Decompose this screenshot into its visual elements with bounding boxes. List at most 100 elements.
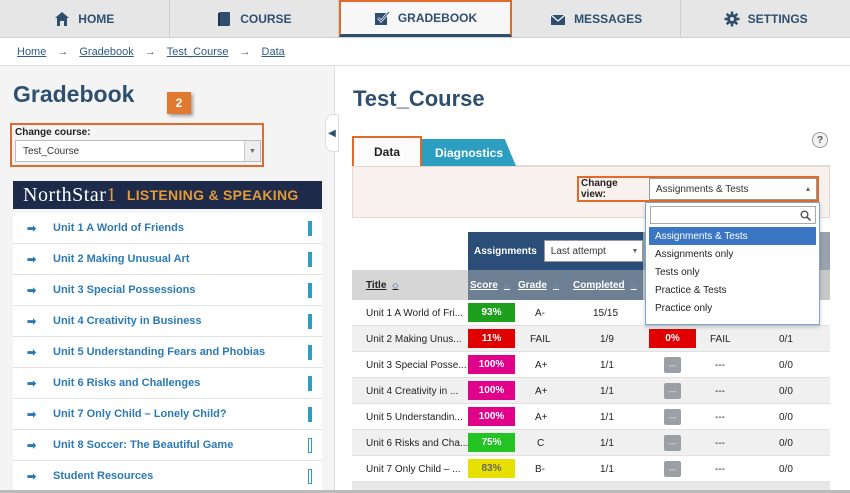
table-row[interactable]: Unit 5 Understandin... 100% A+ 1/1 --- -…: [352, 404, 830, 430]
envelope-icon: [550, 14, 566, 25]
chevron-down-icon: ▼: [631, 247, 639, 255]
unit-item[interactable]: ➡ Unit 8 Soccer: The Beautiful Game: [13, 430, 322, 461]
completed-cell: 1/9: [600, 333, 614, 345]
table-row[interactable]: Unit 4 Creativity in ... 100% A+ 1/1 ---…: [352, 378, 830, 404]
row-title: Unit 3 Special Posse...: [366, 359, 467, 371]
progress-indicator: [308, 407, 312, 422]
progress-indicator: [308, 376, 312, 391]
column-completed[interactable]: Completed ◇: [573, 270, 637, 300]
test-score-cell: 0%: [649, 329, 696, 348]
unit-item[interactable]: ➡ Unit 6 Risks and Challenges: [13, 368, 322, 399]
column-grade[interactable]: Grade ◇: [518, 270, 559, 300]
nav-tab-messages[interactable]: MESSAGES: [512, 0, 682, 37]
nav-tab-course[interactable]: COURSE: [170, 0, 340, 37]
dropdown-option[interactable]: Practice only: [649, 299, 816, 317]
progress-indicator: [308, 252, 312, 267]
table-row[interactable]: Unit 7 Only Child – ... 83% B- 1/1 --- -…: [352, 456, 830, 482]
nav-tab-label: SETTINGS: [747, 11, 808, 26]
dropdown-option[interactable]: Tests only: [649, 263, 816, 281]
grade-cell: A+: [535, 411, 548, 423]
score-cell: 100%: [468, 355, 515, 374]
arrow-left-icon: ◀: [328, 127, 336, 139]
completed-cell: 1/1: [600, 463, 614, 475]
grade-cell: B-: [535, 463, 545, 475]
row-title: Unit 7 Only Child – ...: [366, 463, 461, 475]
arrow-right-icon: ➡: [27, 253, 37, 266]
nav-tab-home[interactable]: HOME: [0, 0, 170, 37]
assignments-header-cells: Score ◇ Grade ◇ Completed ◇: [468, 270, 643, 300]
unit-item[interactable]: ➡ Unit 2 Making Unusual Art: [13, 244, 322, 275]
grade-cell: C: [537, 437, 545, 449]
table-row[interactable]: Unit 3 Special Posse... 100% A+ 1/1 --- …: [352, 352, 830, 378]
unit-label: Unit 3 Special Possessions: [53, 284, 196, 296]
gear-icon: [724, 11, 740, 26]
progress-indicator: [308, 314, 312, 329]
gradebook-table: Unit 1 A World of Fri... 93% A- 15/15 Un…: [352, 300, 830, 482]
top-nav: HOME COURSE GRADEBOOK MESSAGES SETTINGS: [0, 0, 850, 38]
book-icon: [218, 11, 231, 26]
unit-item[interactable]: ➡ Unit 4 Creativity in Business: [13, 306, 322, 337]
arrow-right-icon: ➡: [27, 377, 37, 390]
breadcrumb-course[interactable]: Test_Course: [167, 46, 229, 58]
attempt-select[interactable]: Last attempt ▼: [543, 240, 643, 262]
unit-item[interactable]: ➡ Student Resources: [13, 461, 322, 492]
dropdown-search-input[interactable]: [650, 206, 816, 224]
breadcrumb-data[interactable]: Data: [262, 46, 285, 58]
arrow-right-icon: ➡: [27, 284, 37, 297]
test-score-cell: ---: [664, 383, 681, 399]
column-score[interactable]: Score ◇: [470, 270, 510, 300]
sort-icon: ◇: [552, 280, 560, 290]
home-icon: [55, 11, 70, 26]
search-icon: [800, 210, 811, 221]
unit-item[interactable]: ➡ Unit 7 Only Child – Lonely Child?: [13, 399, 322, 430]
breadcrumb-separator: →: [144, 45, 156, 58]
dropdown-option[interactable]: Practice & Tests: [649, 281, 816, 299]
dropdown-option[interactable]: Assignments & Tests: [649, 227, 816, 245]
nav-tab-gradebook[interactable]: GRADEBOOK: [339, 0, 512, 37]
course-select[interactable]: Test_Course ▼: [15, 140, 261, 162]
column-grade-label: Grade: [518, 279, 547, 291]
score-cell: 83%: [468, 459, 515, 478]
arrow-right-icon: ➡: [27, 315, 37, 328]
view-select[interactable]: Assignments & Tests ▲: [648, 178, 817, 200]
row-title: Unit 6 Risks and Cha...: [366, 437, 469, 449]
test-score-cell: ---: [664, 357, 681, 373]
test-grade-cell: ---: [715, 437, 725, 449]
breadcrumb-gradebook[interactable]: Gradebook: [79, 46, 133, 58]
course-select-value: Test_Course: [23, 145, 80, 157]
unit-label: Student Resources: [53, 470, 154, 482]
test-score-cell: ---: [664, 461, 681, 477]
dropdown-option[interactable]: Assignments only: [649, 245, 816, 263]
nav-tab-settings[interactable]: SETTINGS: [681, 0, 850, 37]
table-row[interactable]: Unit 6 Risks and Cha... 75% C 1/1 --- --…: [352, 430, 830, 456]
tab-diagnostics[interactable]: Diagnostics: [422, 139, 516, 166]
sort-icon: ◇: [630, 280, 637, 290]
progress-indicator: [308, 345, 312, 360]
arrow-right-icon: ➡: [27, 470, 37, 483]
tab-data[interactable]: Data: [352, 136, 422, 166]
unit-label: Unit 8 Soccer: The Beautiful Game: [53, 439, 234, 451]
chevron-down-icon: ▼: [244, 141, 260, 161]
collapse-sidebar-button[interactable]: ◀: [325, 114, 339, 152]
sort-icon: ◇: [392, 280, 399, 290]
column-title[interactable]: Title ◇: [366, 270, 399, 300]
unit-item[interactable]: ➡ Unit 1 A World of Friends: [13, 213, 322, 244]
breadcrumb-home[interactable]: Home: [17, 46, 46, 58]
table-row[interactable]: Unit 2 Making Unus... 11% FAIL 1/9 0% FA…: [352, 326, 830, 352]
banner-brand-name: NorthStar: [23, 183, 107, 206]
progress-indicator: [308, 438, 312, 453]
arrow-right-icon: ➡: [27, 346, 37, 359]
test-grade-cell: FAIL: [710, 333, 731, 345]
arrow-right-icon: ➡: [27, 222, 37, 235]
completed-cell: 15/15: [593, 307, 619, 319]
attempt-select-value: Last attempt: [550, 245, 606, 257]
row-title: Unit 5 Understandin...: [366, 411, 463, 423]
completed-cell: 1/1: [600, 359, 614, 371]
grade-cell: A+: [535, 385, 548, 397]
unit-item[interactable]: ➡ Unit 5 Understanding Fears and Phobias: [13, 337, 322, 368]
test-completed-cell: 0/0: [779, 411, 793, 423]
assignments-header: Assignments Last attempt ▼: [468, 232, 643, 270]
chevron-up-icon: ▲: [804, 185, 812, 193]
breadcrumb-separator: →: [239, 45, 251, 58]
unit-item[interactable]: ➡ Unit 3 Special Possessions: [13, 275, 322, 306]
